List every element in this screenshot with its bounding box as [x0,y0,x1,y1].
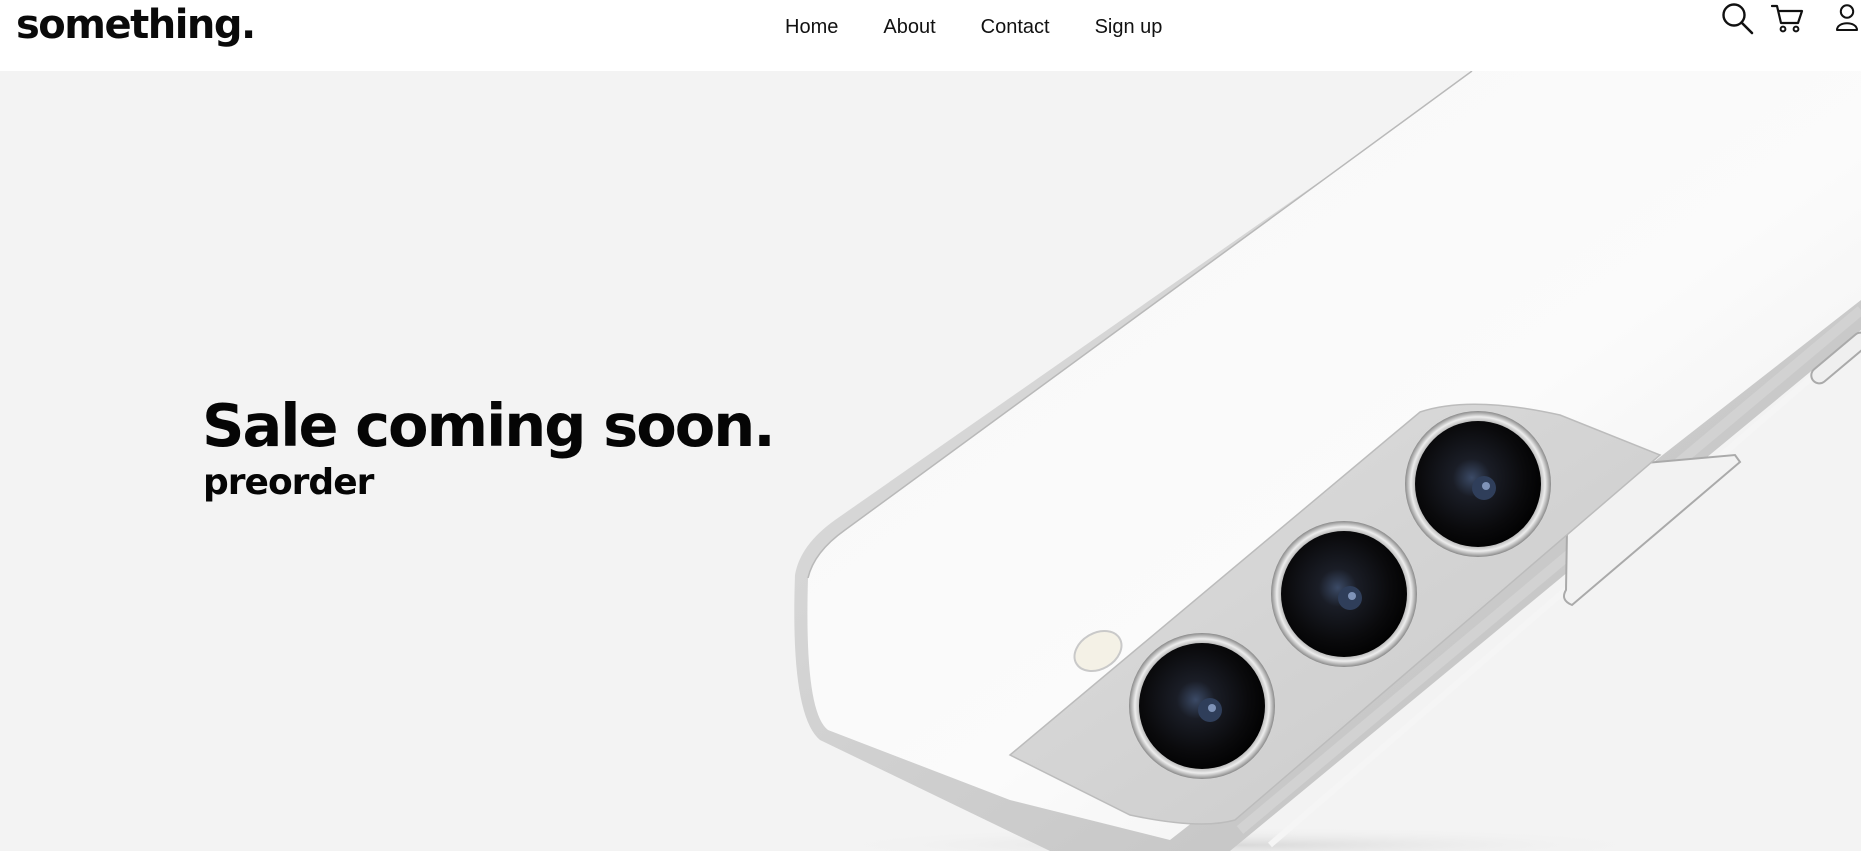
nav-link-contact[interactable]: Contact [981,14,1050,40]
cart-icon[interactable] [1771,4,1805,34]
hero-subheadline[interactable]: preorder [203,462,374,504]
top-header: something. Home About Contact Sign up [0,0,1861,71]
main-nav: Home About Contact Sign up [785,14,1207,40]
page: something. Home About Contact Sign up Sa… [0,0,1861,851]
nav-link-about[interactable]: About [883,14,935,40]
user-icon[interactable] [1835,3,1859,33]
nav-link-home[interactable]: Home [785,14,838,40]
hero-headline: Sale coming soon. [202,391,776,460]
search-icon[interactable] [1721,2,1755,36]
site-logo[interactable]: something. [16,0,256,50]
hero-section: Sale coming soon. preorder [0,71,1861,851]
phone-back-camera-image [794,71,1861,851]
nav-link-sign-up[interactable]: Sign up [1095,14,1163,40]
header-icons [1721,0,1861,40]
